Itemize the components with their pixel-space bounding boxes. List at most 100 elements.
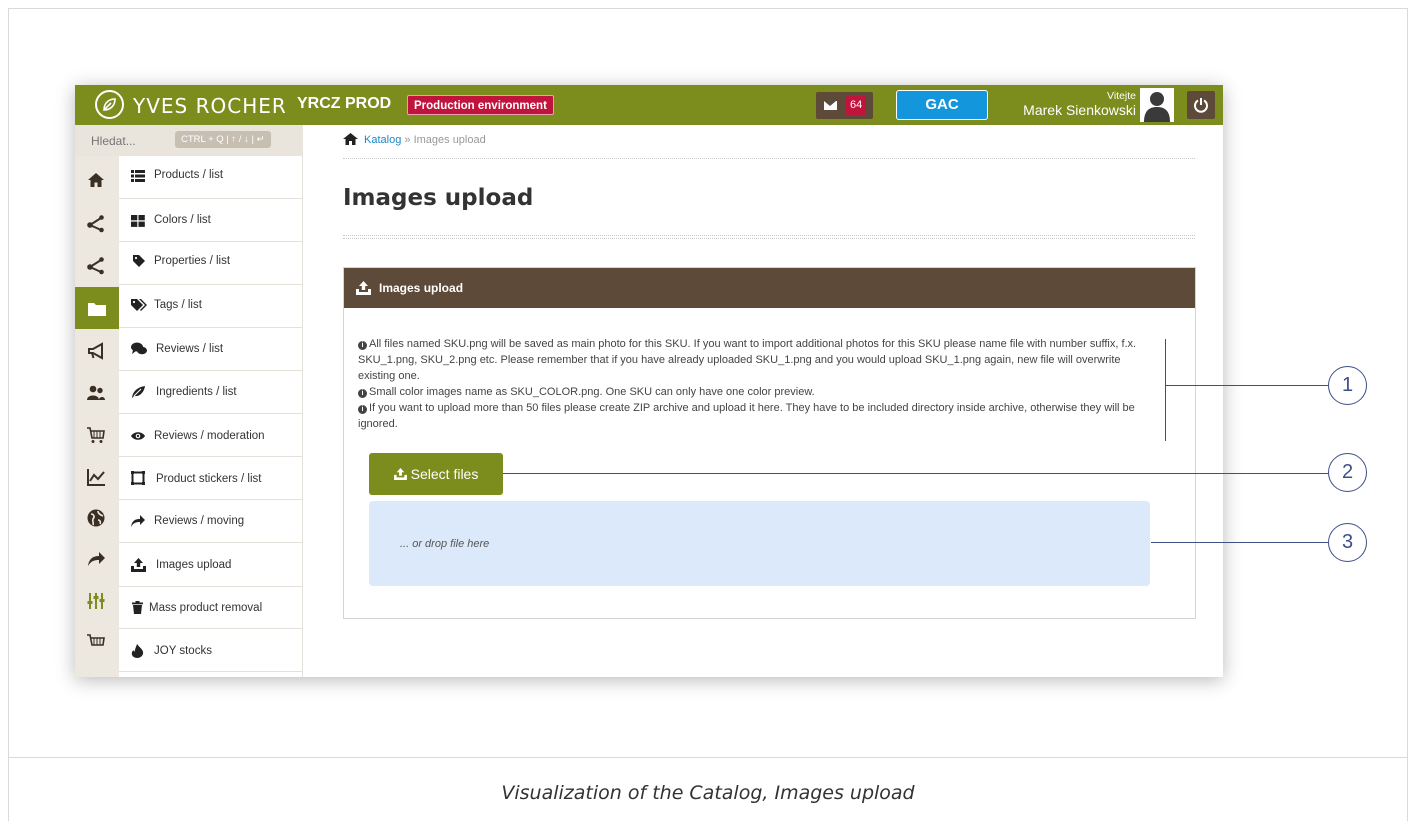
- home-icon[interactable]: [343, 133, 358, 145]
- menu-item-reviews-moderation[interactable]: Reviews / moderation: [119, 414, 303, 457]
- annotation-marker-3: 3: [1328, 523, 1367, 562]
- share-icon: [87, 215, 104, 233]
- home-icon: [88, 173, 104, 187]
- envelope-icon: [824, 101, 837, 110]
- logout-button[interactable]: [1187, 91, 1215, 119]
- annotation-line-3: [1151, 542, 1329, 543]
- menu-label: Tags / list: [154, 299, 202, 311]
- annotation-bracket-1: [1165, 339, 1166, 441]
- icon-rail: [75, 156, 119, 677]
- menu-item-product-stickers-list[interactable]: Product stickers / list: [119, 457, 303, 500]
- menu-label: Ingredients / list: [156, 386, 237, 398]
- square-icon: [131, 471, 145, 485]
- menu-item-images-upload[interactable]: Images upload: [119, 543, 303, 586]
- menu-label: Product stickers / list: [156, 473, 262, 485]
- figure-caption: Visualization of the Catalog, Images upl…: [501, 782, 915, 804]
- welcome-block: Vitejte Marek Sienkowski: [1023, 90, 1136, 118]
- menu-label: Reviews / list: [156, 343, 224, 355]
- environment-name: YRCZ PROD: [297, 95, 392, 112]
- file-dropzone[interactable]: ... or drop file here: [369, 501, 1150, 586]
- menu-item-reviews-moving[interactable]: Reviews / moving: [119, 500, 303, 543]
- user-name[interactable]: Marek Sienkowski: [1023, 102, 1136, 118]
- menu-search: CTRL + Q | ↑ / ↓ | ↵: [75, 125, 303, 156]
- environment-badge: Production environment: [407, 95, 554, 115]
- divider: [343, 238, 1195, 239]
- top-bar: YVES ROCHER YRCZ PROD Production environ…: [75, 85, 1223, 125]
- figure-divider: [8, 757, 1408, 758]
- rail-item-statistics[interactable]: [75, 458, 119, 496]
- globe-icon: [87, 509, 105, 527]
- rail-item-global[interactable]: [75, 499, 119, 537]
- eye-icon: [131, 432, 145, 440]
- rail-item-share[interactable]: [75, 204, 119, 242]
- select-files-button[interactable]: Select files: [369, 453, 503, 495]
- menu-label: Images upload: [156, 559, 232, 571]
- rail-item-settings[interactable]: [75, 582, 119, 620]
- bullhorn-icon: [88, 342, 103, 360]
- info-paragraph: i Small color images name as SKU_COLOR.pn…: [358, 384, 1158, 400]
- breadcrumb-separator: »: [404, 134, 411, 146]
- grid-icon: [131, 215, 145, 227]
- rail-item-marketing[interactable]: [75, 332, 119, 370]
- rail-item-catalog[interactable]: [75, 287, 119, 329]
- menu-item-properties-list[interactable]: Properties / list: [119, 242, 303, 285]
- message-count-badge: 64: [846, 96, 867, 115]
- menu-label: JOY stocks: [154, 645, 212, 657]
- rail-item-home[interactable]: [75, 161, 119, 199]
- users-icon: [87, 385, 105, 400]
- menu-item-products-list[interactable]: Products / list: [119, 156, 303, 199]
- breadcrumb-katalog-link[interactable]: Katalog: [364, 134, 401, 146]
- info-text: All files named SKU.png will be saved as…: [358, 338, 1137, 382]
- cart-icon: [87, 427, 105, 443]
- app-screenshot: YVES ROCHER YRCZ PROD Production environ…: [75, 85, 1223, 677]
- divider: [343, 158, 1195, 159]
- upload-icon: [131, 558, 146, 572]
- rail-item-users[interactable]: [75, 374, 119, 412]
- power-icon: [1194, 98, 1208, 113]
- annotation-line-1: [1165, 385, 1329, 386]
- brand-name[interactable]: YVES ROCHER: [133, 94, 287, 118]
- breadcrumb: Katalog » Images upload: [343, 133, 486, 146]
- forward-icon: [88, 552, 105, 566]
- menu-item-joy-stocks[interactable]: JOY stocks: [119, 629, 303, 672]
- catalog-submenu: Products / list Colors / list Properties…: [119, 156, 303, 677]
- menu-label: Products / list: [154, 169, 224, 181]
- info-icon: i: [358, 341, 367, 350]
- rail-item-redirects[interactable]: [75, 540, 119, 578]
- menu-label: Properties / list: [154, 255, 231, 267]
- welcome-label: Vitejte: [1107, 90, 1136, 102]
- panel-title: Images upload: [379, 281, 464, 295]
- leaf-icon: [132, 386, 145, 398]
- tag-icon: [133, 255, 145, 267]
- messages-button[interactable]: 64: [816, 92, 873, 119]
- menu-item-colors-list[interactable]: Colors / list: [119, 199, 303, 242]
- search-shortcut-hint: CTRL + Q | ↑ / ↓ | ↵: [175, 131, 271, 148]
- menu-item-tags-list[interactable]: Tags / list: [119, 285, 303, 328]
- upload-icon: [393, 468, 407, 480]
- page-title: Images upload: [343, 185, 534, 211]
- info-icon: i: [358, 405, 367, 414]
- dropzone-text: ... or drop file here: [400, 538, 490, 550]
- trash-icon: [132, 601, 143, 614]
- comments-icon: [131, 342, 147, 355]
- panel-header: Images upload: [344, 268, 1195, 308]
- menu-item-mass-product-removal[interactable]: Mass product removal: [119, 586, 303, 629]
- gac-button[interactable]: GAC: [896, 90, 988, 120]
- menu-label: Colors / list: [154, 214, 211, 226]
- rail-item-shop[interactable]: [75, 623, 119, 661]
- search-input[interactable]: [75, 125, 185, 156]
- menu-label: Mass product removal: [149, 602, 263, 614]
- annotation-marker-1: 1: [1328, 366, 1367, 405]
- folder-icon: [88, 303, 106, 316]
- menu-item-ingredients-list[interactable]: Ingredients / list: [119, 371, 303, 414]
- rail-item-orders[interactable]: [75, 416, 119, 454]
- avatar[interactable]: [1140, 88, 1174, 122]
- divider: [343, 235, 1195, 236]
- info-text: If you want to upload more than 50 files…: [358, 402, 1135, 430]
- rail-item-share-2[interactable]: [75, 246, 119, 284]
- info-text: Small color images name as SKU_COLOR.png…: [369, 386, 815, 398]
- brand-logo-icon[interactable]: [95, 90, 124, 119]
- tags-icon: [131, 299, 147, 311]
- menu-item-reviews-list[interactable]: Reviews / list: [119, 328, 303, 371]
- fire-icon: [131, 644, 144, 658]
